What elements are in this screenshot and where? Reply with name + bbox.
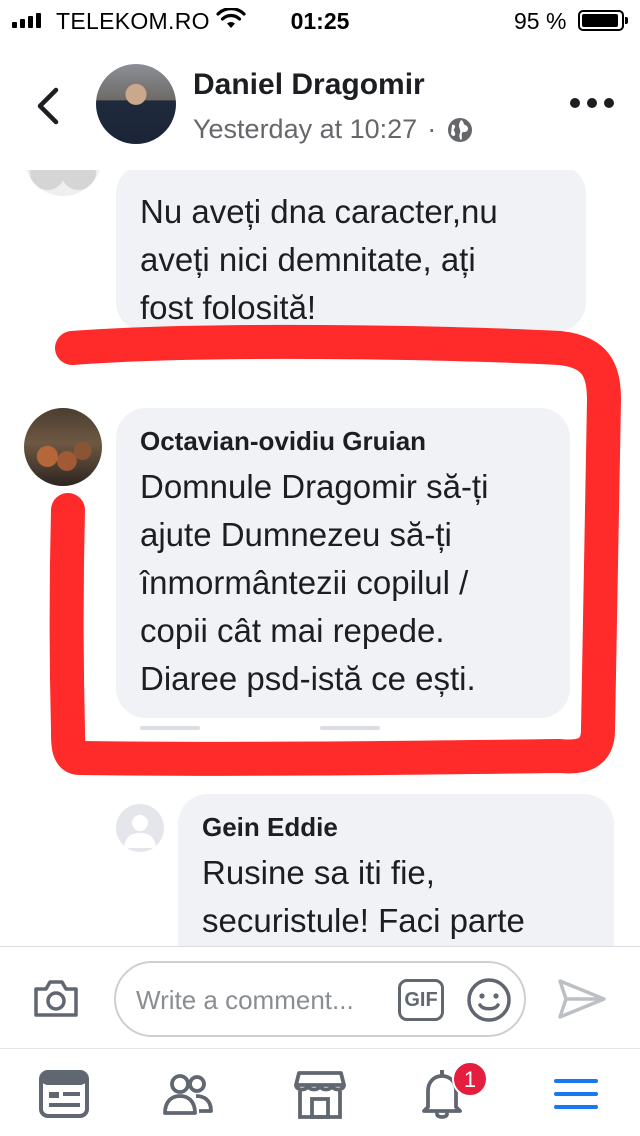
default-avatar-icon (124, 815, 156, 848)
comment-composer: GIF (0, 946, 640, 1048)
author-avatar[interactable] (96, 64, 176, 144)
post-meta: Yesterday at 10:27 · (193, 114, 474, 145)
emoji-icon[interactable] (466, 977, 512, 1023)
comment-author[interactable]: Gein Eddie (202, 812, 590, 843)
send-icon[interactable] (556, 977, 608, 1021)
menu-icon[interactable] (548, 1067, 604, 1121)
comment-bubble: Nu aveți dna caracter,nu aveți nici demn… (116, 170, 586, 332)
news-feed-icon[interactable] (36, 1067, 92, 1121)
post-timestamp[interactable]: Yesterday at 10:27 (193, 114, 417, 145)
commenter-avatar-gein[interactable] (116, 804, 164, 852)
more-options-button[interactable] (570, 98, 614, 112)
camera-icon[interactable] (32, 977, 80, 1019)
marketplace-icon[interactable] (292, 1067, 348, 1121)
comment-box[interactable]: GIF (114, 961, 526, 1037)
battery-percent: 95 % (514, 8, 567, 34)
commenter-avatar[interactable] (24, 170, 102, 196)
author-name[interactable]: Daniel Dragomir (193, 68, 425, 102)
comment-text: Nu aveți dna caracter,nu aveți nici demn… (140, 193, 498, 326)
comment-bubble-highlighted: Octavian-ovidiu Gruian Domnule Dragomir … (116, 408, 570, 718)
battery-icon (578, 10, 628, 31)
back-button[interactable] (28, 84, 68, 128)
notifications-badge: 1 (452, 1061, 488, 1097)
globe-icon (448, 117, 473, 142)
comment-text: Domnule Dragomir să-ți ajute Dumnezeu să… (140, 468, 489, 697)
gif-button[interactable]: GIF (398, 979, 444, 1021)
commenter-avatar-octavian[interactable] (24, 408, 102, 486)
meta-separator: · (427, 114, 437, 144)
post-header: Daniel Dragomir Yesterday at 10:27 · (0, 40, 640, 170)
bottom-navigation: 1 (0, 1048, 640, 1136)
comment-input[interactable] (136, 981, 386, 1019)
reply-bubble: Gein Eddie Rusine sa iti fie, securistul… (178, 794, 614, 946)
status-bar: TELEKOM.RO 01:25 95 % (0, 0, 640, 40)
friends-icon[interactable] (160, 1067, 216, 1121)
comment-author[interactable]: Octavian-ovidiu Gruian (140, 426, 546, 457)
comment-text: Rusine sa iti fie, securistule! Faci par… (202, 854, 525, 939)
comments-feed[interactable]: Nu aveți dna caracter,nu aveți nici demn… (0, 170, 640, 946)
